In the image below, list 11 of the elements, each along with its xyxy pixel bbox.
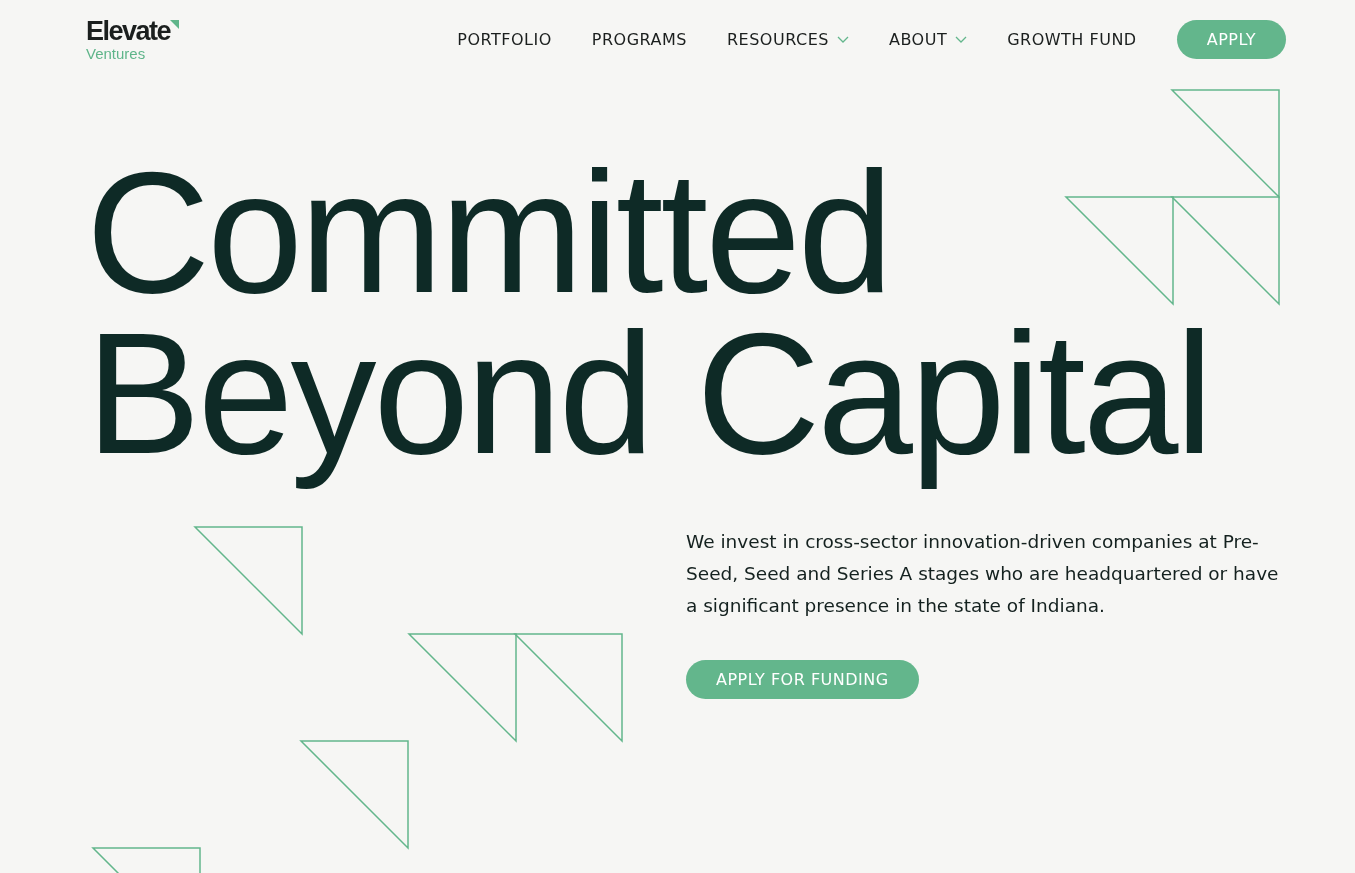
- nav-link[interactable]: RESOURCES: [727, 29, 849, 49]
- nav-link[interactable]: PORTFOLIO: [457, 29, 552, 49]
- logo-wordmark[interactable]: Elevate: [86, 17, 171, 45]
- logo-subtitle: Ventures: [86, 45, 147, 61]
- logo-triangle-icon: [170, 19, 180, 29]
- chevron-down-icon: [836, 35, 849, 43]
- intro-paragraph: We invest in cross-sector innovation-driven companies at Pre-Seed, Seed and Series A stages who are headquartered or have a significant presence in the state of Indiana.: [686, 530, 1280, 619]
- chevron-down-icon: [955, 35, 968, 43]
- nav-link[interactable]: GROWTH FUND: [1007, 29, 1137, 49]
- nav-link[interactable]: PROGRAMS: [591, 29, 687, 49]
- nav-link[interactable]: ABOUT: [888, 29, 968, 49]
